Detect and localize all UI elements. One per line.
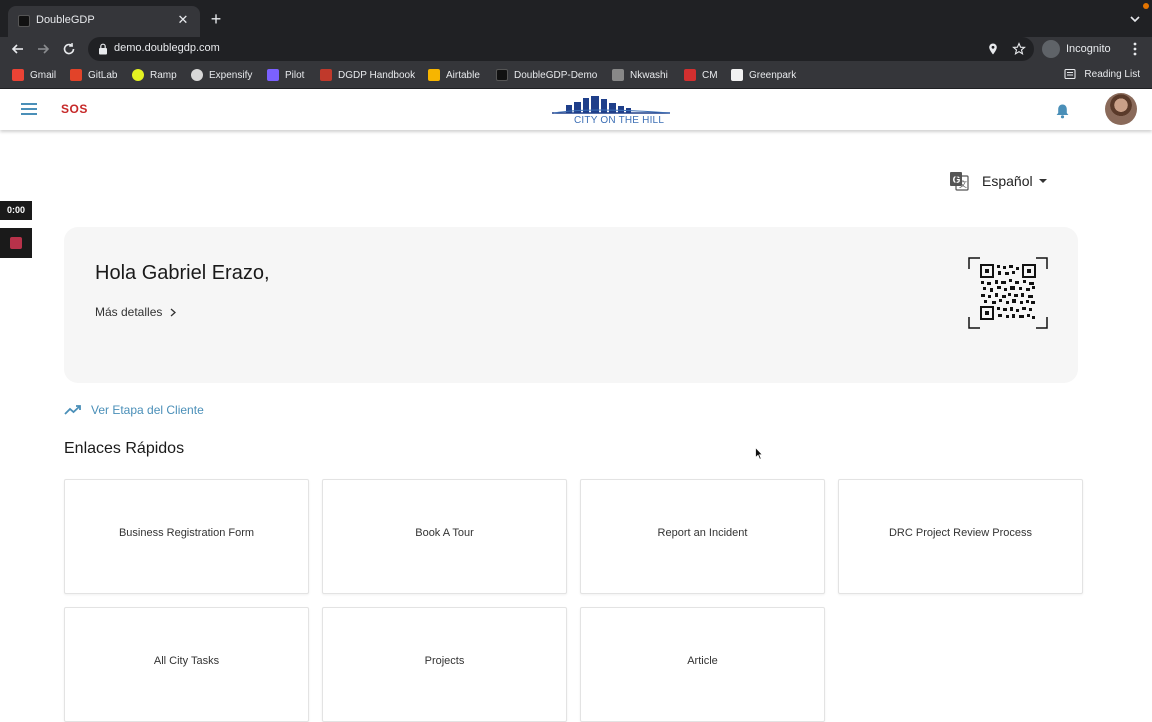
bookmark-label: DoubleGDP-Demo bbox=[514, 69, 598, 81]
dropdown-caret-icon bbox=[1039, 179, 1047, 183]
more-details-link[interactable]: Más detalles bbox=[95, 305, 177, 319]
bookmark-label: GitLab bbox=[88, 69, 118, 81]
notification-bell-icon[interactable] bbox=[1055, 103, 1070, 119]
quick-link-label: Report an Incident bbox=[657, 527, 748, 539]
quick-link-card[interactable]: Projects bbox=[322, 607, 567, 722]
quick-link-card[interactable]: All City Tasks bbox=[64, 607, 309, 722]
tab-search-chevron-icon[interactable] bbox=[1128, 12, 1142, 26]
bookmark-gitlab[interactable]: GitLab bbox=[70, 68, 117, 82]
bookmark-greenpark[interactable]: Greenpark bbox=[731, 68, 796, 82]
site-favicon-icon bbox=[18, 15, 30, 27]
browser-menu-icon[interactable] bbox=[1130, 40, 1140, 58]
nkwashi-icon bbox=[612, 69, 624, 81]
quick-link-label: Business Registration Form bbox=[118, 527, 255, 539]
welcome-card: Hola Gabriel Erazo, Más detalles bbox=[64, 227, 1078, 383]
logo-text: CITY ON THE HILL bbox=[574, 115, 665, 126]
bookmark-cm[interactable]: CM bbox=[684, 68, 718, 82]
reading-list-label: Reading List bbox=[1084, 68, 1140, 80]
address-bar[interactable]: demo.doublegdp.com bbox=[88, 37, 1034, 61]
browser-tab[interactable]: DoubleGDP ✕ bbox=[8, 6, 200, 37]
bookmark-star-icon[interactable] bbox=[1012, 42, 1026, 56]
bookmark-label: Greenpark bbox=[749, 69, 797, 81]
browser-toolbar: demo.doublegdp.com Incognito bbox=[0, 37, 1152, 61]
journey-link-label: Ver Etapa del Cliente bbox=[91, 403, 204, 417]
view-customer-journey-link[interactable]: Ver Etapa del Cliente bbox=[64, 403, 204, 417]
bookmark-expensify[interactable]: Expensify bbox=[191, 68, 252, 82]
quick-link-card[interactable]: Business Registration Form bbox=[64, 479, 309, 594]
lock-icon bbox=[99, 43, 107, 55]
quick-link-card[interactable]: Article bbox=[580, 607, 825, 722]
bookmark-doublegdp-demo[interactable]: DoubleGDP-Demo bbox=[496, 68, 597, 82]
svg-text:文: 文 bbox=[959, 179, 967, 189]
quick-link-card[interactable]: Report an Incident bbox=[580, 479, 825, 594]
close-tab-icon[interactable]: ✕ bbox=[174, 11, 192, 29]
bookmark-gmail[interactable]: Gmail bbox=[12, 68, 56, 82]
stop-recording-button[interactable] bbox=[0, 228, 32, 258]
reading-list-icon bbox=[1064, 68, 1076, 80]
mouse-cursor-icon bbox=[755, 447, 763, 460]
quick-link-card[interactable]: DRC Project Review Process bbox=[838, 479, 1083, 594]
app-header: SOS CITY ON THE HILL bbox=[0, 89, 1152, 130]
quick-link-label: Book A Tour bbox=[415, 527, 474, 539]
quick-link-label: Article bbox=[687, 655, 718, 667]
user-avatar[interactable] bbox=[1105, 93, 1137, 125]
bookmarks-bar: Gmail GitLab Ramp Expensify Pilot DGDP H… bbox=[0, 61, 1152, 89]
cm-icon bbox=[684, 69, 696, 81]
stop-icon bbox=[10, 237, 22, 249]
location-pin-icon[interactable] bbox=[986, 42, 1000, 56]
greeting-heading: Hola Gabriel Erazo, bbox=[95, 262, 270, 284]
bookmark-label: Gmail bbox=[30, 69, 57, 81]
bookmark-ramp[interactable]: Ramp bbox=[132, 68, 177, 82]
doublegdp-icon bbox=[496, 69, 508, 81]
bookmark-label: Pilot bbox=[285, 69, 305, 81]
forward-arrow-icon[interactable] bbox=[34, 40, 52, 58]
bookmark-label: Nkwashi bbox=[630, 69, 668, 81]
menu-icon[interactable] bbox=[21, 103, 37, 115]
reload-icon[interactable] bbox=[60, 40, 78, 58]
bookmark-label: DGDP Handbook bbox=[338, 69, 416, 81]
airtable-icon bbox=[428, 69, 440, 81]
gmail-icon bbox=[12, 69, 24, 81]
bookmark-dgdp-handbook[interactable]: DGDP Handbook bbox=[320, 68, 415, 82]
sos-button[interactable]: SOS bbox=[61, 102, 88, 116]
language-label: Español bbox=[982, 173, 1033, 189]
bookmark-label: CM bbox=[702, 69, 718, 81]
bookmark-nkwashi[interactable]: Nkwashi bbox=[612, 68, 668, 82]
city-on-the-hill-logo[interactable]: CITY ON THE HILL bbox=[550, 93, 672, 127]
recording-timer: 0:00 bbox=[0, 201, 32, 220]
quick-link-label: Projects bbox=[424, 655, 465, 667]
gitlab-icon bbox=[70, 69, 82, 81]
expensify-icon bbox=[191, 69, 203, 81]
tab-title: DoubleGDP bbox=[36, 14, 95, 26]
url-text: demo.doublegdp.com bbox=[114, 42, 220, 54]
qr-code-icon[interactable] bbox=[968, 257, 1048, 329]
quick-link-label: DRC Project Review Process bbox=[888, 527, 1033, 539]
profile-label: Incognito bbox=[1066, 43, 1111, 55]
skyline-logo-icon bbox=[552, 96, 671, 114]
chevron-right-icon bbox=[170, 308, 177, 316]
quick-link-label: All City Tasks bbox=[153, 655, 220, 667]
more-details-label: Más detalles bbox=[95, 305, 163, 319]
recording-indicator-icon bbox=[1143, 3, 1149, 9]
incognito-icon bbox=[1042, 40, 1060, 58]
bookmark-label: Ramp bbox=[150, 69, 177, 81]
greenpark-icon bbox=[731, 69, 743, 81]
ramp-icon bbox=[132, 69, 144, 81]
pilot-icon bbox=[267, 69, 279, 81]
back-arrow-icon[interactable] bbox=[9, 40, 27, 58]
trending-up-icon bbox=[64, 405, 81, 415]
translate-icon: G 文 bbox=[950, 172, 969, 191]
bookmark-airtable[interactable]: Airtable bbox=[428, 68, 480, 82]
quick-link-card[interactable]: Book A Tour bbox=[322, 479, 567, 594]
reading-list-button[interactable]: Reading List bbox=[1064, 68, 1140, 80]
bookmark-label: Expensify bbox=[209, 69, 253, 81]
quick-links-heading: Enlaces Rápidos bbox=[64, 440, 185, 457]
handbook-icon bbox=[320, 69, 332, 81]
bookmark-label: Airtable bbox=[446, 69, 480, 81]
browser-tab-strip: DoubleGDP ✕ + bbox=[0, 0, 1152, 37]
new-tab-icon[interactable]: + bbox=[207, 10, 225, 28]
bookmark-pilot[interactable]: Pilot bbox=[267, 68, 304, 82]
